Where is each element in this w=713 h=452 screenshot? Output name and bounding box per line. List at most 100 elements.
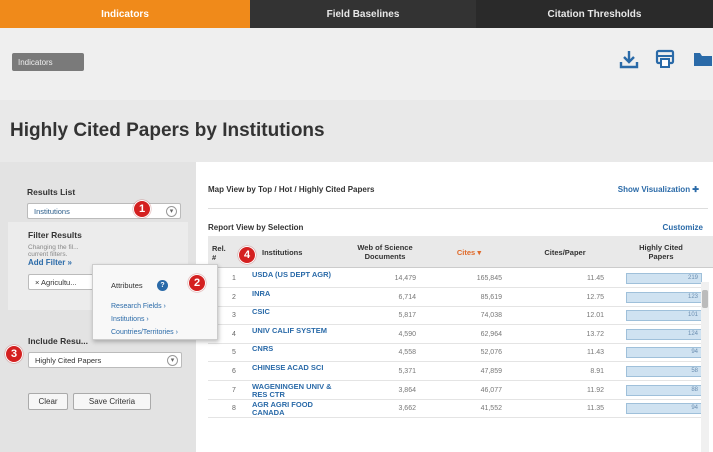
row-institution-link[interactable]: AGR AGRI FOOD CANADA bbox=[252, 401, 344, 417]
scrollbar-thumb[interactable] bbox=[702, 290, 708, 308]
row-cites-per-paper: 11.92 bbox=[587, 386, 604, 394]
row-institution-link[interactable]: INRA bbox=[252, 289, 344, 298]
row-hcp-bar[interactable]: 88 bbox=[626, 384, 702, 396]
chevron-down-icon: ▾ bbox=[167, 355, 178, 366]
breadcrumb-button[interactable]: Indicators bbox=[12, 53, 84, 71]
row-cites: 62,964 bbox=[480, 330, 502, 338]
row-institution-link[interactable]: CNRS bbox=[252, 345, 344, 353]
col-documents[interactable]: Web of Science Documents bbox=[348, 243, 422, 261]
row-cites: 165,845 bbox=[476, 275, 502, 282]
row-institution-link[interactable]: WAGENINGEN UNIV & RES CTR bbox=[252, 382, 344, 399]
row-institution-link[interactable]: UNIV CALIF SYSTEM bbox=[252, 326, 344, 335]
col-highly-cited-papers[interactable]: Highly Cited Papers bbox=[628, 243, 694, 261]
row-hcp-value: 88 bbox=[691, 386, 698, 393]
tab-indicators[interactable]: Indicators bbox=[0, 0, 250, 28]
chevron-down-icon: ▾ bbox=[166, 206, 177, 217]
popup-heading: Attributes bbox=[111, 281, 143, 290]
col-institutions[interactable]: Institutions bbox=[262, 248, 332, 257]
popup-item-countries[interactable]: Countries/Territories › bbox=[111, 329, 178, 336]
table-row[interactable]: 6 CHINESE ACAD SCI 5,371 47,859 8.91 58 bbox=[208, 363, 708, 381]
filter-hint: Changing the fil... current filters. bbox=[28, 244, 79, 258]
row-hcp-value: 101 bbox=[687, 312, 698, 319]
table-row[interactable]: 4 UNIV CALIF SYSTEM 4,590 62,964 13.72 124 bbox=[208, 326, 708, 344]
table-row[interactable]: 8 AGR AGRI FOOD CANADA 3,662 41,552 11.35 94 bbox=[208, 400, 708, 419]
popup-item-institutions[interactable]: Institutions › bbox=[111, 316, 149, 323]
col-cites[interactable]: Cites ▾ bbox=[444, 248, 494, 257]
row-hcp-value: 94 bbox=[691, 405, 698, 412]
download-icon[interactable] bbox=[618, 48, 640, 70]
active-filter-label: × Agricultu... bbox=[35, 277, 77, 287]
row-rank: 7 bbox=[232, 386, 236, 394]
row-cites-per-paper: 11.35 bbox=[587, 405, 604, 413]
divider bbox=[208, 208, 708, 209]
folder-icon[interactable] bbox=[692, 48, 713, 70]
row-hcp-bar[interactable]: 123 bbox=[626, 291, 702, 303]
table-header: Rel. # Institutions Web of Science Docum… bbox=[208, 236, 713, 268]
row-institution-link[interactable]: CSIC bbox=[252, 308, 344, 316]
row-cites: 52,076 bbox=[480, 349, 502, 357]
row-institution-link[interactable]: USDA (US DEPT AGR) bbox=[252, 271, 344, 279]
row-hcp-value: 124 bbox=[687, 330, 698, 337]
row-hcp-bar[interactable]: 219 bbox=[626, 273, 702, 284]
table-row[interactable]: 2 INRA 6,714 85,619 12.75 123 bbox=[208, 289, 708, 307]
popup-item-research-fields[interactable]: Research Fields › bbox=[111, 303, 166, 310]
table-row[interactable]: 1 USDA (US DEPT AGR) 14,479 165,845 11.45 219 bbox=[208, 270, 708, 288]
results-list-select[interactable]: Institutions ▾ bbox=[27, 203, 181, 219]
row-rank: 2 bbox=[232, 293, 236, 301]
row-rank: 6 bbox=[232, 368, 236, 375]
callout-badge-4: 4 bbox=[238, 246, 256, 264]
include-results-select[interactable]: Highly Cited Papers ▾ bbox=[28, 352, 182, 368]
row-cites: 41,552 bbox=[480, 405, 502, 413]
row-hcp-value: 58 bbox=[691, 368, 698, 374]
callout-badge-1: 1 bbox=[133, 200, 151, 218]
row-cites-per-paper: 13.72 bbox=[586, 330, 604, 338]
row-documents: 14,479 bbox=[394, 275, 416, 282]
print-icon[interactable] bbox=[654, 48, 676, 70]
active-filter-chip[interactable]: × Agricultu... bbox=[28, 274, 98, 290]
row-cites-per-paper: 8.91 bbox=[590, 368, 604, 375]
row-documents: 6,714 bbox=[398, 293, 416, 301]
page-title: Highly Cited Papers by Institutions bbox=[10, 120, 325, 141]
col-cites-per-paper[interactable]: Cites/Paper bbox=[530, 248, 600, 257]
row-institution-link[interactable]: CHINESE ACAD SCI bbox=[252, 364, 344, 372]
customize-link[interactable]: Customize bbox=[663, 223, 703, 232]
report-view-title: Report View by Selection bbox=[208, 223, 304, 232]
row-documents: 4,590 bbox=[398, 330, 416, 338]
row-rank: 4 bbox=[232, 330, 236, 338]
toolbar: Indicators bbox=[0, 28, 713, 100]
row-cites: 74,038 bbox=[480, 312, 502, 320]
row-hcp-bar[interactable]: 101 bbox=[626, 310, 702, 322]
table-row[interactable]: 7 WAGENINGEN UNIV & RES CTR 3,864 46,077 11.… bbox=[208, 382, 708, 400]
row-documents: 3,864 bbox=[398, 386, 416, 394]
tab-field-baselines[interactable]: Field Baselines bbox=[250, 0, 476, 28]
results-list-value: Institutions bbox=[34, 206, 70, 216]
show-visualization-link[interactable]: Show Visualization ✚ bbox=[618, 185, 699, 194]
table-scrollbar[interactable] bbox=[701, 282, 709, 452]
row-cites: 46,077 bbox=[480, 386, 502, 394]
row-rank: 1 bbox=[232, 275, 236, 282]
row-documents: 5,371 bbox=[398, 368, 416, 375]
row-rank: 5 bbox=[232, 349, 236, 357]
include-results-value: Highly Cited Papers bbox=[35, 355, 102, 365]
clear-button[interactable]: Clear bbox=[28, 393, 68, 410]
row-cites: 47,859 bbox=[480, 368, 502, 375]
row-hcp-bar[interactable]: 94 bbox=[626, 403, 702, 415]
table-row[interactable]: 5 CNRS 4,558 52,076 11.43 94 bbox=[208, 344, 708, 363]
tab-citation-thresholds[interactable]: Citation Thresholds bbox=[476, 0, 713, 28]
row-cites-per-paper: 12.01 bbox=[586, 312, 604, 320]
col-rank[interactable]: Rel. # bbox=[212, 244, 230, 262]
row-hcp-value: 94 bbox=[691, 349, 698, 356]
row-hcp-value: 219 bbox=[687, 275, 698, 281]
filter-results-label: Filter Results bbox=[28, 230, 82, 240]
row-cites-per-paper: 12.75 bbox=[586, 293, 604, 301]
save-criteria-button[interactable]: Save Criteria bbox=[73, 393, 151, 410]
table-row[interactable]: 3 CSIC 5,817 74,038 12.01 101 bbox=[208, 307, 708, 326]
add-filter-link[interactable]: Add Filter » bbox=[28, 258, 72, 267]
info-icon[interactable]: ? bbox=[157, 280, 168, 291]
row-cites-per-paper: 11.43 bbox=[587, 349, 604, 357]
row-rank: 8 bbox=[232, 405, 236, 413]
row-hcp-bar[interactable]: 124 bbox=[626, 328, 702, 340]
row-hcp-bar[interactable]: 58 bbox=[626, 366, 702, 377]
row-hcp-bar[interactable]: 94 bbox=[626, 347, 702, 359]
include-results-label: Include Resu... bbox=[28, 336, 88, 346]
